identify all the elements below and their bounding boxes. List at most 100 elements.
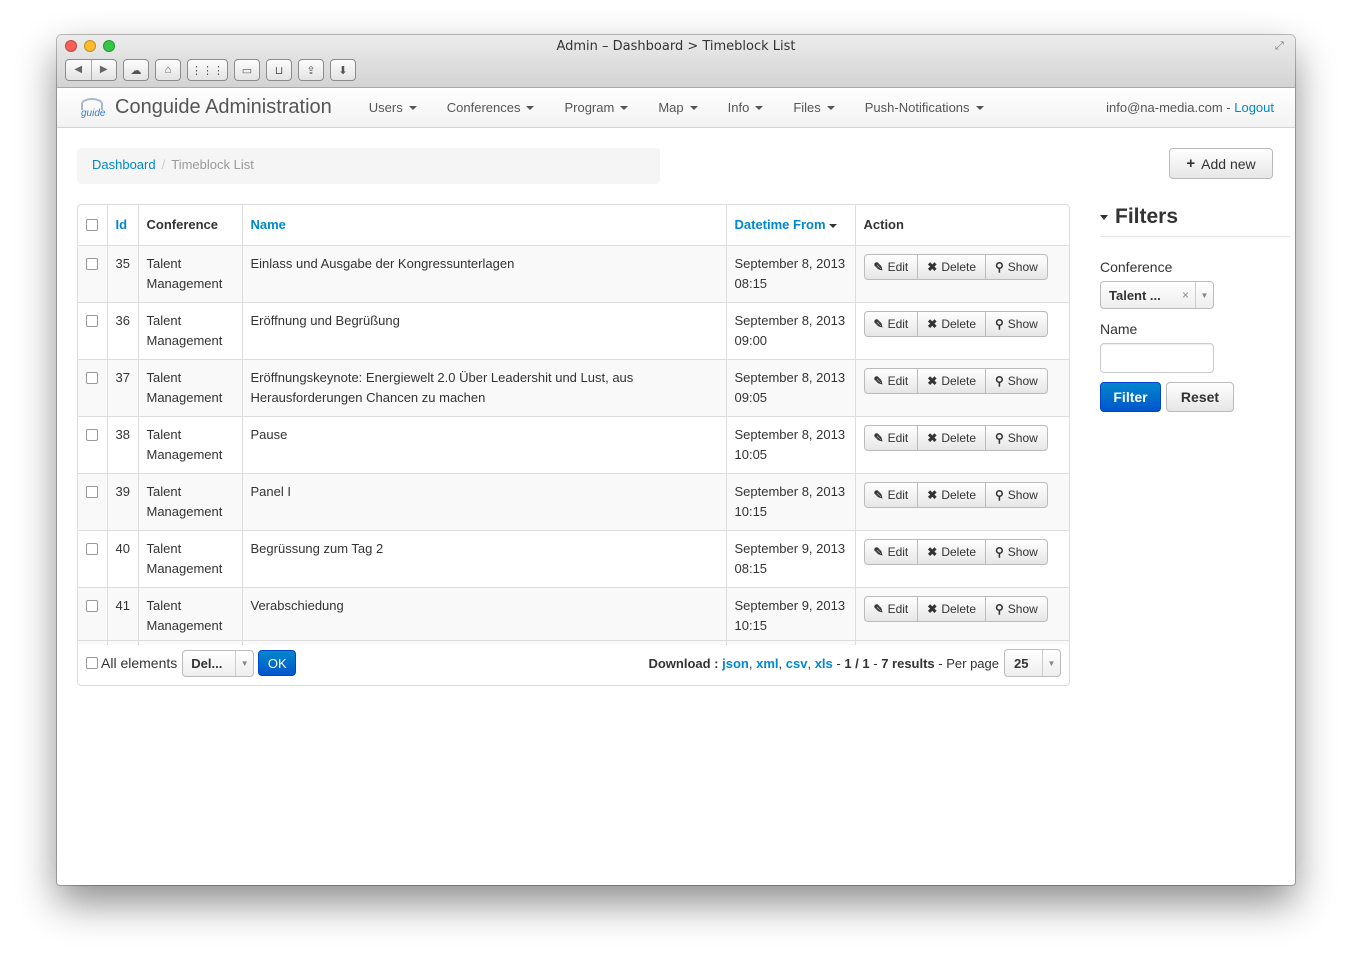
name-filter-input[interactable] bbox=[1100, 343, 1214, 373]
caret-down-icon bbox=[526, 105, 535, 110]
row-select-cell bbox=[78, 359, 107, 417]
header-id[interactable]: Id bbox=[106, 205, 138, 246]
dropdown-arrow-icon: ▼ bbox=[1195, 282, 1213, 308]
delete-icon: ✖ bbox=[927, 431, 938, 445]
table-header-row: Id Conference Name Datetime From Action bbox=[78, 205, 1069, 246]
batch-ok-button[interactable]: OK bbox=[258, 650, 297, 676]
menu-program[interactable]: Program bbox=[549, 100, 643, 115]
caret-down-icon bbox=[620, 105, 629, 110]
header-name[interactable]: Name bbox=[241, 205, 726, 246]
row-conference: Talent Management bbox=[137, 473, 242, 531]
edit-button[interactable]: ✎ Edit bbox=[865, 483, 918, 507]
all-elements-toggle[interactable]: All elements bbox=[86, 655, 177, 671]
batch-action-select[interactable]: Del... ▼ bbox=[182, 649, 255, 677]
show-button[interactable]: ⚲ Show bbox=[985, 540, 1047, 564]
all-elements-checkbox[interactable] bbox=[86, 657, 98, 669]
add-new-button[interactable]: + Add new bbox=[1169, 148, 1273, 179]
grid-icon[interactable]: ⋮⋮⋮ bbox=[187, 59, 228, 81]
bookmarks-icon[interactable]: ⊔ bbox=[266, 59, 292, 81]
dropdown-arrow-icon: ▼ bbox=[1042, 650, 1060, 676]
show-button[interactable]: ⚲ Show bbox=[985, 483, 1047, 507]
menu-push-notifications[interactable]: Push-Notifications bbox=[850, 100, 999, 115]
delete-button[interactable]: ✖ Delete bbox=[917, 483, 985, 507]
download-csv-link[interactable]: csv bbox=[786, 656, 808, 671]
delete-button[interactable]: ✖ Delete bbox=[917, 426, 985, 450]
per-page-select[interactable]: 25 ▼ bbox=[1004, 649, 1061, 677]
header-datetime[interactable]: Datetime From bbox=[725, 205, 855, 246]
row-name: Begrüssung zum Tag 2 bbox=[241, 530, 726, 588]
delete-button[interactable]: ✖ Delete bbox=[917, 540, 985, 564]
caret-down-icon bbox=[975, 105, 984, 110]
zoom-icon: ⚲ bbox=[995, 545, 1004, 559]
forward-icon[interactable]: ▶ bbox=[92, 60, 117, 80]
row-conference: Talent Management bbox=[137, 302, 242, 360]
show-button[interactable]: ⚲ Show bbox=[985, 255, 1047, 279]
row-datetime: September 8, 2013 09:00 bbox=[725, 302, 855, 360]
delete-button[interactable]: ✖ Delete bbox=[917, 255, 985, 279]
row-checkbox[interactable] bbox=[86, 315, 98, 327]
row-actions: ✎ Edit ✖ Delete ⚲ Show bbox=[854, 587, 1069, 645]
show-button[interactable]: ⚲ Show bbox=[985, 597, 1047, 621]
menu-conferences[interactable]: Conferences bbox=[432, 100, 550, 115]
conference-filter-select[interactable]: Talent ... × ▼ bbox=[1100, 281, 1214, 309]
row-datetime: September 8, 2013 10:15 bbox=[725, 473, 855, 531]
back-icon[interactable]: ◀ bbox=[66, 60, 92, 80]
filter-button[interactable]: Filter bbox=[1100, 382, 1161, 412]
edit-button[interactable]: ✎ Edit bbox=[865, 369, 918, 393]
select-all-checkbox[interactable] bbox=[86, 219, 98, 231]
download-icon[interactable]: ⬇ bbox=[330, 59, 356, 81]
row-checkbox[interactable] bbox=[86, 429, 98, 441]
show-button[interactable]: ⚲ Show bbox=[985, 312, 1047, 336]
row-id: 39 bbox=[106, 473, 138, 531]
breadcrumb-dashboard-link[interactable]: Dashboard bbox=[92, 157, 156, 172]
menu-map[interactable]: Map bbox=[643, 100, 712, 115]
brand-title: Conguide Administration bbox=[115, 96, 332, 118]
dropdown-arrow-icon: ▼ bbox=[235, 650, 253, 676]
show-button[interactable]: ⚲ Show bbox=[985, 426, 1047, 450]
table-row: 38 Talent Management Pause September 8, 201… bbox=[78, 416, 1069, 474]
row-id: 38 bbox=[106, 416, 138, 474]
delete-button[interactable]: ✖ Delete bbox=[917, 597, 985, 621]
row-checkbox[interactable] bbox=[86, 372, 98, 384]
row-id: 40 bbox=[106, 530, 138, 588]
table-row: 36 Talent Management Eröffnung und Begrüßu… bbox=[78, 302, 1069, 360]
brand[interactable]: guide Conguide Administration bbox=[77, 96, 332, 119]
menu-users[interactable]: Users bbox=[354, 100, 432, 115]
delete-button[interactable]: ✖ Delete bbox=[917, 369, 985, 393]
download-xml-link[interactable]: xml bbox=[756, 656, 778, 671]
delete-button[interactable]: ✖ Delete bbox=[917, 312, 985, 336]
plus-icon: + bbox=[1186, 155, 1196, 172]
edit-button[interactable]: ✎ Edit bbox=[865, 312, 918, 336]
delete-icon: ✖ bbox=[927, 488, 938, 502]
edit-button[interactable]: ✎ Edit bbox=[865, 255, 918, 279]
share-icon[interactable]: ⇪ bbox=[298, 59, 324, 81]
edit-button[interactable]: ✎ Edit bbox=[865, 540, 918, 564]
menu-files[interactable]: Files bbox=[778, 100, 849, 115]
edit-icon: ✎ bbox=[873, 317, 884, 331]
row-conference: Talent Management bbox=[137, 359, 242, 417]
menu-info[interactable]: Info bbox=[713, 100, 779, 115]
show-button[interactable]: ⚲ Show bbox=[985, 369, 1047, 393]
row-name: Eröffnungskeynote: Energiewelt 2.0 Über … bbox=[241, 359, 726, 417]
reader-icon[interactable]: ▭ bbox=[234, 59, 260, 81]
reset-button[interactable]: Reset bbox=[1166, 382, 1234, 412]
filters-panel: Filters Conference Talent ... × ▼ Name F… bbox=[1100, 205, 1290, 412]
filters-toggle[interactable]: Filters bbox=[1100, 205, 1290, 237]
row-checkbox[interactable] bbox=[86, 543, 98, 555]
row-datetime: September 9, 2013 08:15 bbox=[725, 530, 855, 588]
download-xls-link[interactable]: xls bbox=[815, 656, 833, 671]
edit-button[interactable]: ✎ Edit bbox=[865, 426, 918, 450]
logout-link[interactable]: Logout bbox=[1234, 100, 1274, 115]
download-json-link[interactable]: json bbox=[722, 656, 749, 671]
zoom-icon: ⚲ bbox=[995, 431, 1004, 445]
row-checkbox[interactable] bbox=[86, 600, 98, 612]
row-checkbox[interactable] bbox=[86, 486, 98, 498]
edit-button[interactable]: ✎ Edit bbox=[865, 597, 918, 621]
row-checkbox[interactable] bbox=[86, 258, 98, 270]
cloud-icon[interactable]: ☁ bbox=[123, 59, 149, 81]
fullscreen-icon[interactable]: ⤢ bbox=[1275, 40, 1287, 52]
clear-selection-icon[interactable]: × bbox=[1182, 288, 1189, 302]
row-name: Panel I bbox=[241, 473, 726, 531]
row-actions: ✎ Edit ✖ Delete ⚲ Show bbox=[854, 245, 1069, 303]
home-icon[interactable]: ⌂ bbox=[155, 59, 181, 81]
